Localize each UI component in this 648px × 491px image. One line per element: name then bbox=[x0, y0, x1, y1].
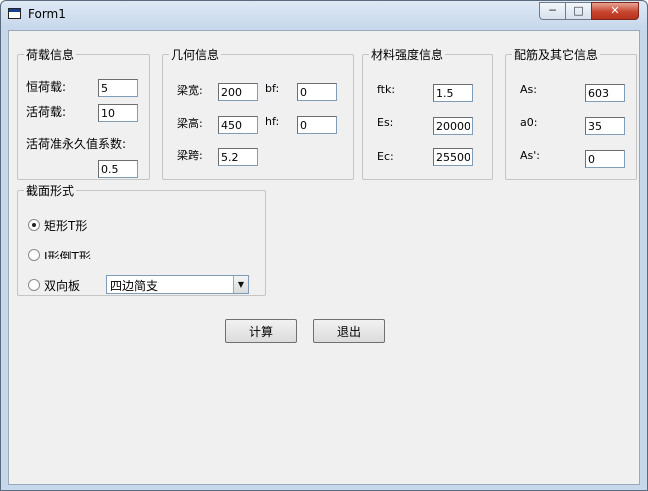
dead-load-label: 恒荷载: bbox=[26, 80, 67, 94]
hf-input[interactable] bbox=[297, 116, 337, 134]
app-icon bbox=[8, 8, 21, 19]
section-type-group: 截面形式 矩形T形 I形倒T形 双向板 四边简支 ▼ bbox=[17, 182, 266, 296]
geometry-info-group: 几何信息 梁宽: bf: 梁高: hf: 梁跨: bbox=[162, 46, 354, 180]
bf-input[interactable] bbox=[297, 83, 337, 101]
quasi-permanent-coef-label: 活荷准永久值系数: bbox=[26, 137, 127, 151]
radio-rect-t-label[interactable]: 矩形T形 bbox=[44, 217, 87, 234]
radio-rect-t[interactable] bbox=[28, 219, 40, 231]
close-icon: ✕ bbox=[610, 4, 620, 17]
section-type-legend: 截面形式 bbox=[26, 184, 75, 198]
as-label: As: bbox=[520, 83, 537, 96]
form-client-area: 荷载信息 恒荷载: 活荷载: 活荷准永久值系数: 几何信息 梁宽: bf: 梁高… bbox=[8, 30, 640, 485]
hf-label: hf: bbox=[265, 115, 280, 128]
a0-label: a0: bbox=[520, 116, 538, 129]
close-button[interactable]: ✕ bbox=[591, 2, 639, 20]
ec-input[interactable] bbox=[433, 148, 473, 166]
geometry-info-legend: 几何信息 bbox=[171, 48, 220, 62]
a0-input[interactable] bbox=[585, 117, 625, 135]
es-input[interactable] bbox=[433, 117, 473, 135]
quasi-permanent-coef-input[interactable] bbox=[98, 160, 138, 178]
beam-width-label: 梁宽: bbox=[177, 84, 203, 97]
support-condition-dropdown[interactable]: 四边简支 ▼ bbox=[106, 275, 249, 294]
as-input[interactable] bbox=[585, 84, 625, 102]
beam-span-input[interactable] bbox=[218, 148, 258, 166]
beam-span-label: 梁跨: bbox=[177, 149, 203, 162]
ec-label: Ec: bbox=[377, 150, 394, 163]
beam-height-input[interactable] bbox=[218, 116, 258, 134]
chevron-down-icon[interactable]: ▼ bbox=[233, 276, 248, 293]
es-label: Es: bbox=[377, 116, 394, 129]
reinforcement-info-group: 配筋及其它信息 As: a0: As': bbox=[505, 46, 637, 180]
live-load-input[interactable] bbox=[98, 104, 138, 122]
radio-i-inverted-t[interactable] bbox=[28, 249, 40, 261]
window-title: Form1 bbox=[28, 7, 66, 21]
load-info-legend: 荷载信息 bbox=[26, 48, 75, 62]
ftk-input[interactable] bbox=[433, 84, 473, 102]
minimize-icon: ─ bbox=[549, 4, 556, 17]
maximize-icon: □ bbox=[573, 4, 584, 17]
reinforcement-info-legend: 配筋及其它信息 bbox=[514, 48, 599, 62]
radio-two-way-slab-label[interactable]: 双向板 bbox=[44, 277, 80, 294]
as-prime-label: As': bbox=[520, 149, 540, 162]
bf-label: bf: bbox=[265, 82, 280, 95]
maximize-button[interactable]: □ bbox=[565, 2, 592, 20]
title-bar[interactable]: Form1 ─ □ ✕ bbox=[1, 1, 647, 29]
beam-height-label: 梁高: bbox=[177, 117, 203, 130]
ftk-label: ftk: bbox=[377, 83, 396, 96]
beam-width-input[interactable] bbox=[218, 83, 258, 101]
radio-two-way-slab[interactable] bbox=[28, 279, 40, 291]
radio-i-inverted-t-label[interactable]: I形倒T形 bbox=[44, 247, 91, 259]
load-info-group: 荷载信息 恒荷载: 活荷载: 活荷准永久值系数: bbox=[17, 46, 150, 180]
as-prime-input[interactable] bbox=[585, 150, 625, 168]
dead-load-input[interactable] bbox=[98, 79, 138, 97]
calculate-button[interactable]: 计算 bbox=[225, 319, 297, 343]
exit-button[interactable]: 退出 bbox=[313, 319, 385, 343]
minimize-button[interactable]: ─ bbox=[539, 2, 566, 20]
app-window: Form1 ─ □ ✕ 荷载信息 恒荷载: 活荷载: 活荷准永久值系数: 几何信… bbox=[0, 0, 648, 491]
material-strength-legend: 材料强度信息 bbox=[371, 48, 444, 62]
live-load-label: 活荷载: bbox=[26, 105, 67, 119]
support-condition-value: 四边简支 bbox=[110, 279, 159, 293]
material-strength-group: 材料强度信息 ftk: Es: Ec: bbox=[362, 46, 493, 180]
